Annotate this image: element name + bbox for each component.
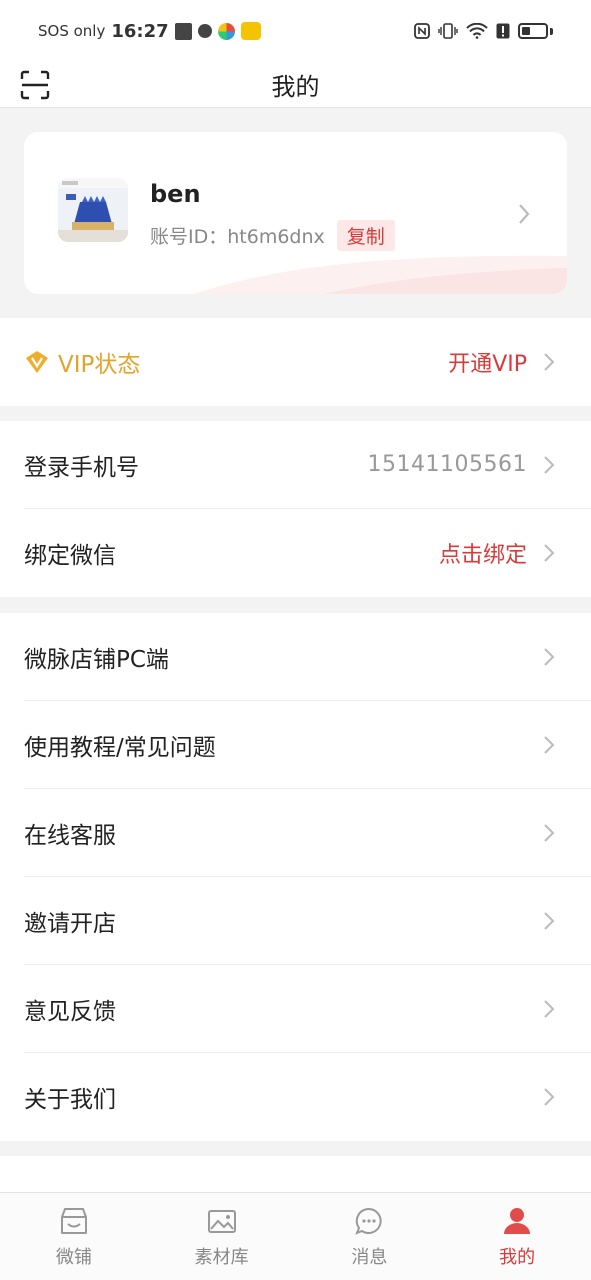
vip-section: VIP状态 开通VIP: [0, 318, 591, 406]
menu-item-about[interactable]: 关于我们: [24, 1053, 591, 1141]
status-right: [414, 23, 553, 39]
menu-item-label: 微脉店铺PC端: [24, 646, 169, 673]
chevron-right-icon: [544, 999, 555, 1018]
profile-card[interactable]: ben 账号ID：ht6m6dnx 复制: [24, 132, 567, 294]
chevron-right-icon: [544, 823, 555, 842]
chevron-right-icon: [544, 735, 555, 754]
nav-item-messages[interactable]: 消息: [296, 1193, 444, 1280]
account-id: 账号ID：ht6m6dnx: [150, 226, 325, 248]
profile-name: ben: [150, 180, 201, 208]
phone-row[interactable]: 登录手机号 15141105561: [24, 421, 591, 509]
account-row: 账号ID：ht6m6dnx 复制: [150, 220, 395, 251]
chevron-right-icon: [544, 353, 555, 371]
menu-item-invite[interactable]: 邀请开店: [24, 877, 591, 965]
carrier-text: SOS only: [38, 22, 106, 40]
menu-item-label: 使用教程/常见问题: [24, 734, 216, 761]
nav-label: 素材库: [194, 1246, 249, 1268]
phone-value: 15141105561: [367, 452, 527, 477]
menu-item-tutorial[interactable]: 使用教程/常见问题: [24, 701, 591, 789]
chat-icon: [355, 1207, 382, 1235]
battery-icon: [518, 23, 548, 39]
nfc-icon: [414, 23, 430, 39]
chevron-right-icon: [544, 544, 555, 562]
status-bar: SOS only 16:27: [0, 0, 591, 62]
vip-diamond-icon: [26, 351, 48, 373]
wifi-icon: [466, 23, 488, 39]
chevron-right-icon: [544, 911, 555, 930]
chevron-right-icon: [544, 1088, 555, 1106]
menu-item-label: 关于我们: [24, 1087, 116, 1113]
shield-icon: [197, 24, 212, 38]
alert-icon: [496, 23, 510, 39]
nav-item-store[interactable]: 微铺: [0, 1193, 148, 1280]
page-header: 我的: [0, 62, 591, 108]
menu-item-feedback[interactable]: 意见反馈: [24, 965, 591, 1053]
vip-row[interactable]: VIP状态 开通VIP: [0, 318, 591, 406]
wechat-bind-action[interactable]: 点击绑定: [439, 537, 527, 569]
menu-section: 微脉店铺PC端 使用教程/常见问题 在线客服 邀请开店 意见反馈 关于我们: [0, 613, 591, 1141]
battery-tip: [550, 27, 553, 35]
menu-item-label: 意见反馈: [24, 998, 116, 1025]
menu-item-support[interactable]: 在线客服: [24, 789, 591, 877]
menu-item-label: 邀请开店: [24, 910, 116, 937]
page-title: 我的: [271, 73, 320, 101]
nav-item-profile[interactable]: 我的: [443, 1193, 591, 1280]
nav-item-library[interactable]: 素材库: [148, 1193, 296, 1280]
nav-label: 我的: [499, 1246, 536, 1268]
scan-icon[interactable]: [20, 70, 50, 100]
nav-label: 消息: [351, 1246, 388, 1268]
menu-item-pc[interactable]: 微脉店铺PC端: [24, 613, 591, 701]
phone-label: 登录手机号: [24, 454, 139, 481]
vibrate-icon: [438, 23, 458, 39]
user-icon: [504, 1207, 531, 1234]
nav-label: 微铺: [55, 1246, 92, 1268]
app-color-icon: [217, 22, 235, 40]
copy-button[interactable]: 复制: [336, 220, 395, 251]
mail-icon: [174, 22, 192, 40]
vip-action[interactable]: 开通VIP: [448, 346, 527, 378]
clock-time: 16:27: [111, 20, 169, 42]
account-section: 登录手机号 15141105561 绑定微信 点击绑定: [0, 421, 591, 597]
app-yellow-icon: [240, 22, 261, 40]
chevron-right-icon: [544, 647, 555, 666]
avatar[interactable]: [58, 178, 128, 242]
partial-row: [0, 1156, 591, 1192]
vip-status-label: VIP状态: [58, 352, 141, 378]
wechat-label: 绑定微信: [24, 543, 116, 569]
menu-item-label: 在线客服: [24, 822, 116, 849]
chevron-right-icon: [544, 455, 555, 474]
status-left: SOS only 16:27: [38, 21, 261, 42]
store-icon: [60, 1207, 87, 1234]
image-icon: [207, 1209, 236, 1233]
wechat-row[interactable]: 绑定微信 点击绑定: [24, 509, 591, 597]
chevron-right-icon: [519, 204, 530, 224]
card-decoration: [194, 255, 567, 294]
bottom-nav: 微铺 素材库 消息 我的: [0, 1192, 591, 1280]
